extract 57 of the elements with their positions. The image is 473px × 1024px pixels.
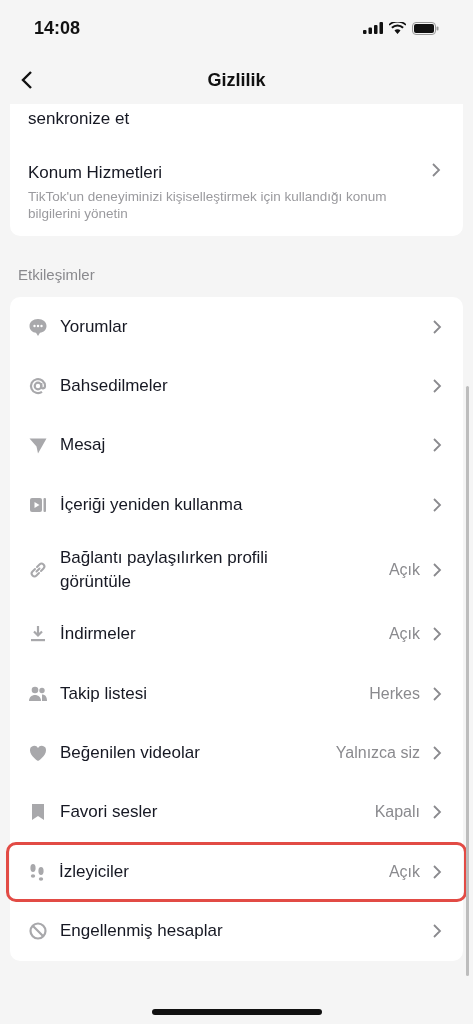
setting-row[interactable]: Mesaj <box>10 415 463 476</box>
chevron-icon <box>432 626 442 643</box>
setting-value: Açık <box>388 862 420 881</box>
setting-row[interactable]: Bağlantı paylaşılırken profili görüntüle Açık <box>10 534 463 605</box>
chevron-icon <box>432 863 442 880</box>
setting-value: Herkes <box>369 684 420 703</box>
setting-value: Açık <box>388 625 420 644</box>
setting-value: Yalnızca siz <box>335 744 420 763</box>
setting-row[interactable]: Yorumlar <box>10 297 463 357</box>
battery-icon <box>412 21 439 35</box>
heart-icon <box>28 743 48 764</box>
setting-label: Takip listesi <box>60 682 148 705</box>
setting-row[interactable]: İndirmeler Açık <box>10 604 463 664</box>
chevron-icon <box>432 437 442 454</box>
signal-icon <box>363 22 383 34</box>
setting-label: Konum Hizmetleri <box>28 162 164 184</box>
status-time: 14:08 <box>34 17 81 39</box>
comment-icon <box>28 316 48 337</box>
chevron-icon <box>432 496 442 513</box>
setting-row[interactable]: Engellenmiş hesaplar <box>10 901 463 961</box>
block-icon <box>28 921 48 942</box>
setting-row[interactable]: Bahsedilmeler <box>10 356 463 416</box>
link-icon <box>28 559 48 580</box>
footprints-icon <box>27 861 47 882</box>
setting-label: Bağlantı paylaşılırken profili görüntüle <box>60 546 269 593</box>
page-title: Gizlilik <box>207 69 266 91</box>
setting-value: Açık <box>388 560 420 579</box>
setting-row[interactable]: Favori sesler Kapalı <box>10 782 463 843</box>
back-icon <box>21 70 33 90</box>
setting-label: Mesaj <box>60 434 107 457</box>
chevron-icon <box>432 561 442 578</box>
chevron-icon <box>432 318 442 335</box>
setting-label: İndirmeler <box>60 623 137 646</box>
setting-label: Bahsedilmeler <box>60 375 169 398</box>
setting-row[interactable]: İzleyiciler Açık <box>6 842 467 902</box>
setting-row[interactable]: İçeriği yeniden kullanma <box>10 475 463 535</box>
setting-label: Yorumlar <box>60 315 129 338</box>
at-sign-icon <box>28 376 48 397</box>
setting-value: Kapalı <box>374 803 420 822</box>
setting-label: Favori sesler <box>60 801 159 824</box>
section-title: Etkileşimler <box>17 265 96 285</box>
chevron-icon <box>432 745 442 762</box>
setting-label: Beğenilen videolar <box>60 742 201 765</box>
setting-label: İzleyiciler <box>59 860 130 883</box>
setting-label: senkronize et <box>27 108 131 130</box>
wifi-icon <box>389 22 406 34</box>
chevron-icon <box>432 804 442 821</box>
chevron-icon <box>432 685 442 702</box>
chevron-icon <box>432 378 442 395</box>
setting-label: İçeriği yeniden kullanma <box>60 493 244 516</box>
setting-description: TikTok'un deneyiminizi kişiselleştirmek için kullandığı konum bilgilerini yönetin <box>28 188 388 222</box>
setting-label: Engellenmiş hesaplar <box>60 920 224 943</box>
chevron-icon <box>432 923 442 940</box>
setting-row[interactable]: Takip listesi Herkes <box>10 663 463 724</box>
setting-row[interactable]: Beğenilen videolar Yalnızca siz <box>10 723 463 783</box>
setting-row[interactable]: Konum Hizmetleri TikTok'un deneyiminizi kişiselleştirmek için kullandığı konum bilgilerini yönetin <box>10 130 463 236</box>
chevron-icon <box>431 162 441 178</box>
